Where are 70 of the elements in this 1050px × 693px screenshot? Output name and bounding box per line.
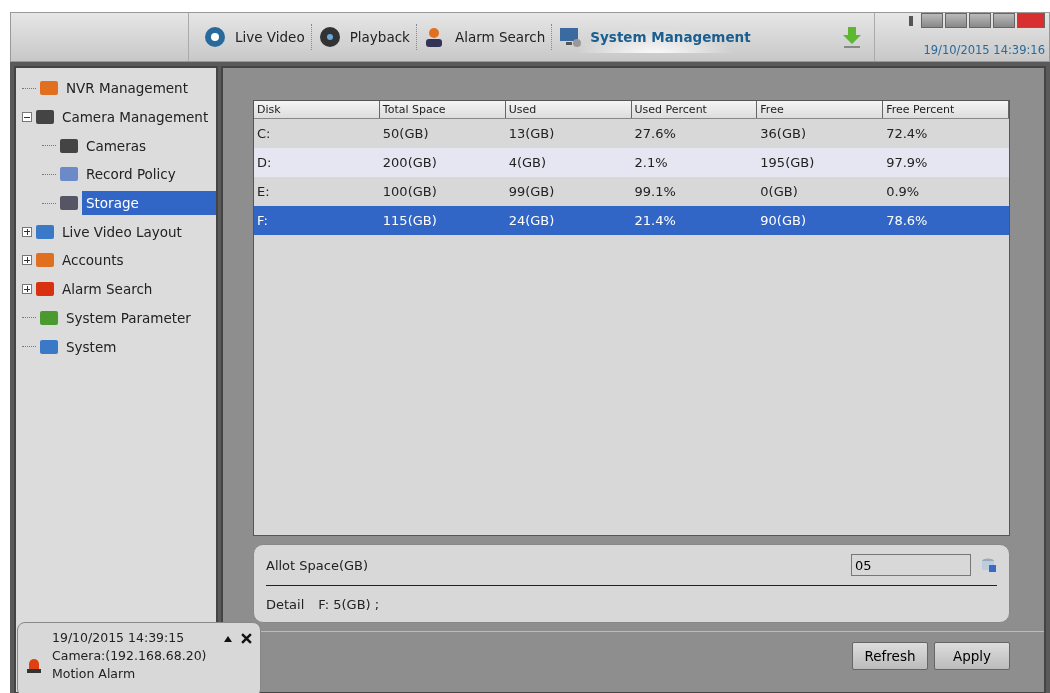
tree-item[interactable]: Live Video Layout: [58, 219, 216, 244]
tree-item[interactable]: Storage: [82, 191, 216, 216]
table-cell-text: D:: [256, 155, 273, 170]
table-cell-text: 99.1%: [633, 184, 677, 199]
table-cell-text: 36(GB): [759, 126, 807, 141]
table-cell-text: 0(GB): [759, 184, 799, 199]
table-row[interactable]: E: 100(GB) 99(GB) 99.1% 0(GB) 0.9%: [254, 177, 1009, 206]
expand-toggle[interactable]: [22, 226, 32, 237]
eye-icon: [203, 25, 227, 49]
table-row[interactable]: F: 115(GB) 24(GB) 21.4% 90(GB) 78.6%: [254, 206, 1009, 235]
table-cell-text: 27.6%: [633, 126, 677, 141]
table-cell-text: 100(GB): [381, 184, 438, 199]
table-cell-text: 2.1%: [633, 155, 669, 170]
table-cell-text: E:: [256, 184, 271, 199]
table-cell-text: 115(GB): [381, 213, 438, 228]
siren-icon: [26, 657, 42, 675]
tree-item[interactable]: Alarm Search: [58, 277, 216, 302]
collapse-triangle-icon[interactable]: [223, 635, 233, 643]
tree-item[interactable]: Record Policy: [82, 162, 216, 187]
table-cell-text: 90(GB): [759, 213, 807, 228]
refresh-button[interactable]: Refresh: [852, 642, 928, 670]
apply-button[interactable]: Apply: [934, 642, 1010, 670]
allot-space-field[interactable]: 05: [851, 554, 971, 576]
column-header[interactable]: Free: [757, 101, 884, 118]
table-cell-text: F:: [256, 213, 269, 228]
column-header[interactable]: Disk: [254, 101, 380, 118]
table-row[interactable]: D: 200(GB) 4(GB) 2.1% 195(GB) 97.9%: [254, 148, 1009, 177]
detail-label: Detail: [266, 596, 305, 612]
nav-tab[interactable]: Playback: [311, 21, 416, 53]
date-time: 19/10/2015 14:39:16: [923, 43, 1045, 57]
expand-toggle[interactable]: [22, 112, 32, 123]
column-header[interactable]: Used: [505, 101, 632, 118]
table-cell-text: 50(GB): [381, 126, 430, 141]
table-cell-text: 99(GB): [507, 184, 556, 199]
download-arrow-icon[interactable]: [842, 25, 862, 49]
detail-text: F: 5(GB) ;: [318, 596, 380, 612]
alarm-time: 19/10/2015 14:39:15: [52, 629, 186, 647]
tree-item[interactable]: Accounts: [58, 248, 216, 273]
expand-toggle[interactable]: [22, 284, 32, 295]
table-cell-text: 0.9%: [885, 184, 921, 199]
table-cell-text: 21.4%: [633, 213, 677, 228]
column-header[interactable]: Used Percent: [631, 101, 758, 118]
table-cell-text: 195(GB): [759, 155, 816, 170]
maximize-button[interactable]: [993, 13, 1015, 28]
table-cell-text: 13(GB): [507, 126, 556, 141]
allot-label: Allot Space(GB): [266, 557, 370, 573]
monitor-icon: [558, 25, 583, 49]
minimize-button[interactable]: [969, 13, 991, 28]
alarm-camera: Camera:(192.168.68.20): [52, 647, 208, 665]
tree-item[interactable]: NVR Management: [62, 76, 216, 101]
expand-toggle[interactable]: [22, 255, 32, 266]
close-icon[interactable]: [241, 633, 252, 644]
nav-tab[interactable]: Alarm Search: [416, 21, 552, 53]
tree-item[interactable]: System: [62, 334, 216, 359]
tree-item[interactable]: System Parameter: [62, 305, 216, 330]
database-save-icon[interactable]: [981, 557, 997, 573]
column-header[interactable]: Free Percent: [883, 101, 1009, 118]
table-cell-text: C:: [256, 126, 272, 141]
table-cell-text: 200(GB): [381, 155, 438, 170]
table-cell-text: 72.4%: [885, 126, 929, 141]
tree-item[interactable]: Camera Management: [58, 105, 216, 130]
table-cell-text: 97.9%: [885, 155, 929, 170]
tree-item[interactable]: Cameras: [82, 133, 216, 158]
table-row[interactable]: C: 50(GB) 13(GB) 27.6% 36(GB) 72.4%: [254, 119, 1009, 148]
table-cell-text: 24(GB): [507, 213, 556, 228]
table-cell-text: 78.6%: [885, 213, 929, 228]
nav-tab[interactable]: Live Video: [197, 21, 311, 53]
column-header[interactable]: Total Space: [379, 101, 506, 118]
alarm-event: Motion Alarm: [52, 665, 137, 683]
table-cell-text: 4(GB): [507, 155, 548, 170]
